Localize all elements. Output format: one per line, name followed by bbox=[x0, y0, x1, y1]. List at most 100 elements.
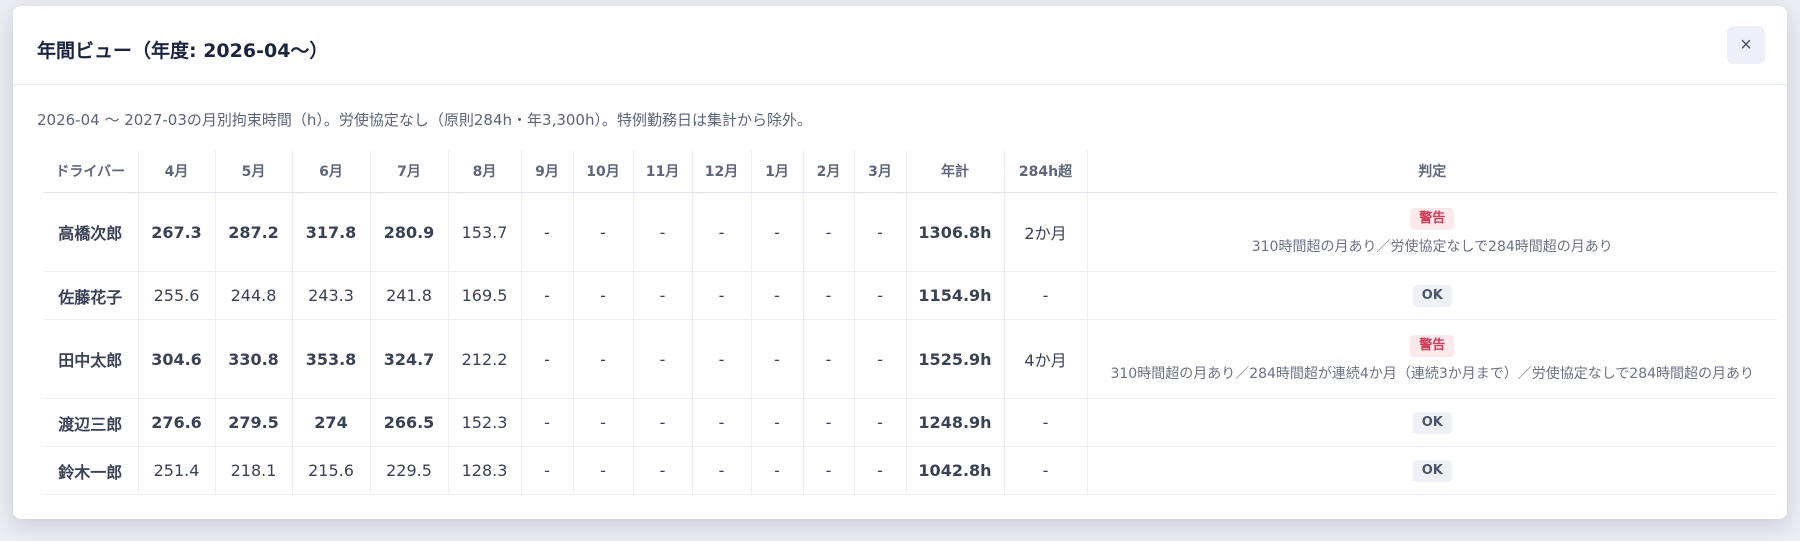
table-row: 田中太郎 304.6 330.8 353.8 324.7 212.2- - - - - - -1525… bbox=[43, 319, 1778, 399]
month-value: - bbox=[521, 398, 574, 447]
header-annual-total: 年計 bbox=[906, 150, 1005, 193]
driver-name: 田中太郎 bbox=[43, 319, 139, 399]
header-jan: 1月 bbox=[751, 150, 804, 193]
month-value: - bbox=[854, 192, 907, 272]
month-value: - bbox=[573, 446, 634, 495]
driver-name: 鈴木一郎 bbox=[43, 446, 139, 495]
verdict-reason: 310時間超の月あり／労使協定なしで284時間超の月あり bbox=[1251, 239, 1613, 255]
month-value: - bbox=[692, 319, 752, 399]
month-value: 153.7 bbox=[448, 192, 522, 272]
over-284h-count: - bbox=[1004, 271, 1088, 320]
month-value: 212.2 bbox=[448, 319, 522, 399]
month-value: - bbox=[854, 446, 907, 495]
header-dec: 12月 bbox=[692, 150, 752, 193]
month-value: 266.5 bbox=[370, 398, 449, 447]
month-value: - bbox=[751, 271, 804, 320]
month-value: - bbox=[803, 192, 855, 272]
month-value: 330.8 bbox=[215, 319, 293, 399]
header-driver: ドライバー bbox=[43, 150, 139, 193]
close-button[interactable]: × bbox=[1727, 26, 1765, 64]
header-feb: 2月 bbox=[803, 150, 855, 193]
month-value: - bbox=[633, 271, 693, 320]
verdict-reason: 310時間超の月あり／284時間超が連続4か月（連続3か月まで）／労使協定なしで… bbox=[1110, 366, 1755, 382]
status-badge: OK bbox=[1412, 284, 1452, 307]
month-value: - bbox=[633, 319, 693, 399]
header-may: 5月 bbox=[215, 150, 293, 193]
month-value: - bbox=[751, 319, 804, 399]
month-value: - bbox=[803, 271, 855, 320]
month-value: - bbox=[633, 446, 693, 495]
month-value: - bbox=[803, 446, 855, 495]
month-value: 324.7 bbox=[370, 319, 449, 399]
description-text: 2026-04 〜 2027-03の月別拘束時間（h）。労使協定なし（原則284… bbox=[37, 111, 812, 129]
month-value: 287.2 bbox=[215, 192, 293, 272]
header-oct: 10月 bbox=[573, 150, 634, 193]
driver-name: 渡辺三郎 bbox=[43, 398, 139, 447]
month-value: - bbox=[521, 192, 574, 272]
over-284h-count: 2か月 bbox=[1004, 192, 1088, 272]
verdict-content: OK bbox=[1088, 284, 1778, 307]
month-value: 241.8 bbox=[370, 271, 449, 320]
table-row: 渡辺三郎 276.6 279.5 274 266.5 152.3- - - - - - -1248.9… bbox=[43, 398, 1778, 447]
modal-title: 年間ビュー（年度: 2026-04〜） bbox=[37, 40, 329, 62]
month-value: 280.9 bbox=[370, 192, 449, 272]
annual-total: 1042.8h bbox=[906, 446, 1005, 495]
header-aug: 8月 bbox=[448, 150, 522, 193]
month-value: - bbox=[854, 319, 907, 399]
verdict-cell: 警告 310時間超の月あり／284時間超が連続4か月（連続3か月まで）／労使協定な… bbox=[1087, 319, 1778, 399]
header-apr: 4月 bbox=[138, 150, 216, 193]
annual-total: 1525.9h bbox=[906, 319, 1005, 399]
header-jul: 7月 bbox=[370, 150, 449, 193]
month-value: - bbox=[573, 192, 634, 272]
verdict-content: OK bbox=[1088, 411, 1778, 434]
month-value: 353.8 bbox=[292, 319, 371, 399]
status-badge: 警告 bbox=[1410, 335, 1455, 357]
month-value: - bbox=[751, 446, 804, 495]
month-value: - bbox=[751, 192, 804, 272]
month-value: 218.1 bbox=[215, 446, 293, 495]
annual-view-modal: 年間ビュー（年度: 2026-04〜） × 2026-04 〜 2027-03の… bbox=[13, 6, 1787, 519]
month-value: - bbox=[633, 192, 693, 272]
month-value: 152.3 bbox=[448, 398, 522, 447]
month-value: 169.5 bbox=[448, 271, 522, 320]
table-header-row: ドライバー 4月 5月 6月 7月 8月 9月 10月 11月 12月 1月 2… bbox=[43, 150, 1777, 193]
month-value: 304.6 bbox=[138, 319, 216, 399]
close-icon: × bbox=[1740, 33, 1752, 56]
table-row: 佐藤花子 255.6 244.8 243.3 241.8 169.5- - - - - - -1154… bbox=[43, 271, 1778, 320]
table-body: 高橋次郎 267.3 287.2 317.8 280.9 153.7- - - - - - -1306… bbox=[43, 192, 1778, 495]
header-over-284h: 284h超 bbox=[1004, 150, 1088, 193]
over-284h-count: - bbox=[1004, 446, 1088, 495]
verdict-content: 警告 310時間超の月あり／労使協定なしで284時間超の月あり bbox=[1088, 208, 1778, 256]
header-mar: 3月 bbox=[854, 150, 907, 193]
month-value: 128.3 bbox=[448, 446, 522, 495]
annual-total: 1306.8h bbox=[906, 192, 1005, 272]
verdict-cell: OK bbox=[1087, 398, 1778, 447]
month-value: - bbox=[521, 446, 574, 495]
month-value: - bbox=[573, 398, 634, 447]
month-value: 244.8 bbox=[215, 271, 293, 320]
month-value: - bbox=[521, 271, 574, 320]
month-value: - bbox=[573, 271, 634, 320]
month-value: 279.5 bbox=[215, 398, 293, 447]
month-value: - bbox=[521, 319, 574, 399]
annual-table: ドライバー 4月 5月 6月 7月 8月 9月 10月 11月 12月 1月 2… bbox=[43, 150, 1777, 495]
annual-total: 1248.9h bbox=[906, 398, 1005, 447]
annual-total: 1154.9h bbox=[906, 271, 1005, 320]
modal-header: 年間ビュー（年度: 2026-04〜） × bbox=[13, 6, 1787, 85]
table-row: 鈴木一郎 251.4 218.1 215.6 229.5 128.3- - - - - - -1042… bbox=[43, 446, 1777, 495]
month-value: 267.3 bbox=[138, 192, 216, 272]
verdict-content: 警告 310時間超の月あり／284時間超が連続4か月（連続3か月まで）／労使協定な… bbox=[1088, 335, 1778, 383]
month-value: - bbox=[692, 398, 752, 447]
month-value: 229.5 bbox=[370, 446, 449, 495]
status-badge: OK bbox=[1412, 411, 1452, 434]
month-value: - bbox=[692, 192, 752, 272]
month-value: 215.6 bbox=[292, 446, 371, 495]
over-284h-count: - bbox=[1004, 398, 1088, 447]
over-284h-count: 4か月 bbox=[1004, 319, 1088, 399]
header-verdict: 判定 bbox=[1087, 150, 1777, 193]
header-jun: 6月 bbox=[292, 150, 371, 193]
driver-name: 佐藤花子 bbox=[43, 271, 139, 320]
month-value: 317.8 bbox=[292, 192, 371, 272]
verdict-cell: 警告 310時間超の月あり／労使協定なしで284時間超の月あり bbox=[1087, 192, 1778, 272]
month-value: - bbox=[692, 446, 752, 495]
